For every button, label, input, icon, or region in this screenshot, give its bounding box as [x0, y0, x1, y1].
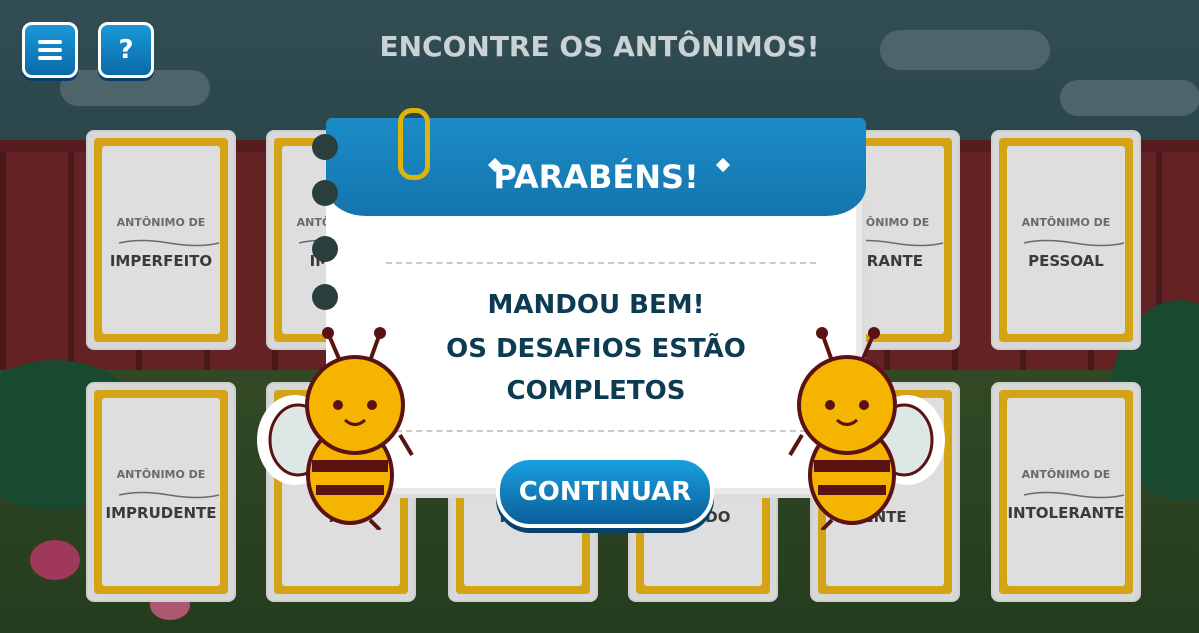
continue-label: CONTINUAR: [518, 477, 692, 507]
binder-hole: [312, 236, 338, 262]
modal-message-line: MANDOU BEM!: [487, 290, 705, 320]
bee-mascot-right: [788, 327, 945, 530]
flourish-icon: [1023, 491, 1125, 499]
antonym-card[interactable]: ANTÔNIMO DE IMPRUDENTE: [88, 384, 234, 600]
divider: [386, 430, 816, 432]
divider: [386, 262, 816, 264]
binder-hole: [312, 134, 338, 160]
card-label: ANTÔNIMO DE: [116, 468, 206, 481]
page-title: ENCONTRE OS ANTÔNIMOS!: [379, 30, 820, 63]
card-label: ANTÔNIMO DE: [1021, 468, 1111, 481]
card-label: ANTÔNIMO DE: [116, 216, 206, 229]
card-word: PESSOAL: [1028, 252, 1104, 270]
antonym-card[interactable]: ANTÔNIMO DE IMPERFEITO: [88, 132, 234, 348]
modal-title: PARABÉNS!: [493, 158, 699, 196]
bee-mascot-left: [257, 327, 414, 530]
antonym-card[interactable]: ANTÔNIMO DE INTOLERANTE: [993, 384, 1139, 600]
flourish-icon: [1023, 239, 1125, 247]
flourish-icon: [118, 491, 220, 499]
card-word: IMPERFEITO: [109, 252, 213, 270]
antonym-card[interactable]: ANTÔNIMO DE PESSOAL: [993, 132, 1139, 348]
flourish-icon: [118, 239, 220, 247]
continue-button[interactable]: CONTINUAR: [496, 456, 714, 528]
card-word: IMPRUDENTE: [105, 504, 217, 522]
card-word: INTOLERANTE: [1007, 504, 1125, 522]
binder-hole: [312, 180, 338, 206]
card-label: ANTÔNIMO DE: [1021, 216, 1111, 229]
